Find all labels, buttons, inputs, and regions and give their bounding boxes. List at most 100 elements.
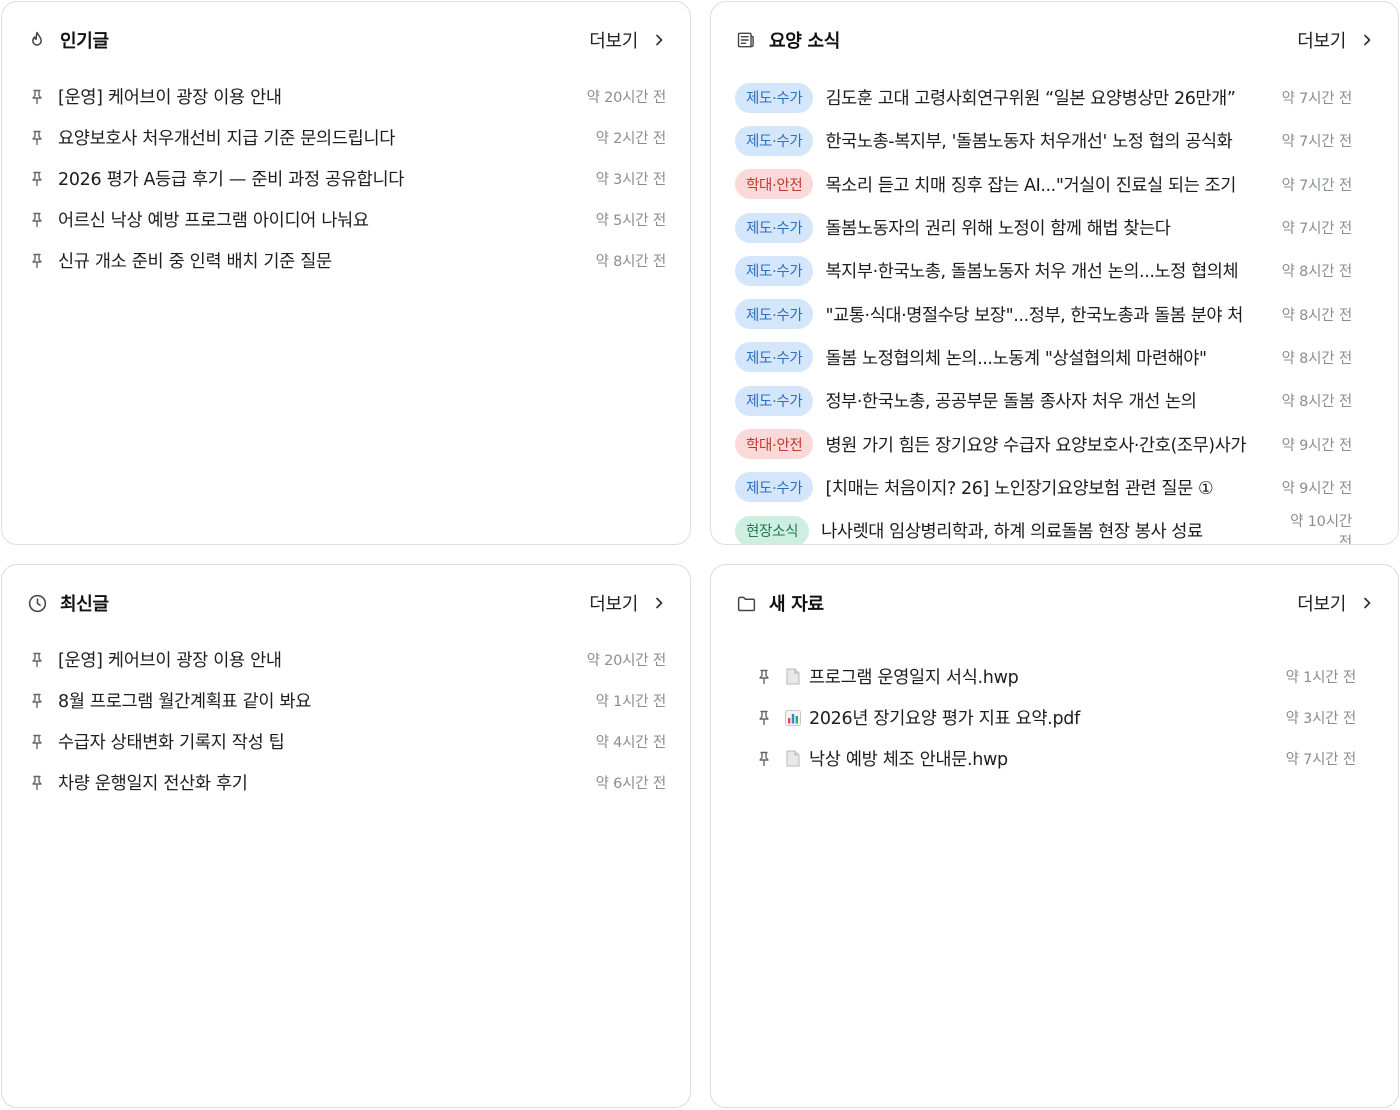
post-time: 약 3시간 전	[595, 172, 667, 188]
file-row[interactable]: 2026년 장기요양 평가 지표 요약.pdf 약 3시간 전	[753, 697, 1356, 738]
news-time: 약 7시간 전	[1281, 134, 1353, 151]
file-name: 2026년 장기요양 평가 지표 요약.pdf	[809, 709, 1080, 729]
post-time: 약 20시간 전	[586, 653, 667, 669]
card-header: 요양 소식 더보기	[735, 22, 1374, 58]
news-row[interactable]: 제도·수가 돌봄노동자의 권리 위해 노정이 함께 해법 찾는다 약 7시간 전	[735, 206, 1352, 249]
post-row[interactable]: 신규 개소 준비 중 인력 배치 기준 질문 약 8시간 전	[26, 240, 666, 281]
category-badge[interactable]: 제도·수가	[735, 385, 814, 416]
category-badge[interactable]: 제도·수가	[735, 299, 814, 330]
post-title: [운영] 케어브이 광장 이용 안내	[58, 88, 282, 108]
post-title: 차량 운행일지 전산화 후기	[58, 774, 248, 794]
news-time: 약 8시간 전	[1281, 264, 1353, 281]
file-list: 프로그램 운영일지 서식.hwp 약 1시간 전 2026년 장기요양 평가 지표 …	[753, 656, 1356, 779]
post-row[interactable]: 차량 운행일지 전산화 후기 약 6시간 전	[26, 762, 666, 803]
category-badge[interactable]: 제도·수가	[735, 255, 814, 286]
more-button[interactable]: 더보기	[589, 590, 666, 616]
news-row[interactable]: 제도·수가 정부·한국노총, 공공부문 돌봄 종사자 처우 개선 논의 약 8시간 …	[735, 379, 1352, 422]
document-icon	[785, 750, 801, 768]
news-row[interactable]: 학대·안전 병원 가기 힘든 장기요양 수급자 요양보호사·간호(조무)사가 약 9…	[735, 422, 1352, 465]
pin-icon	[755, 709, 773, 727]
news-row[interactable]: 제도·수가 "교통·식대·명절수당 보장"...정부, 한국노총과 돌봄 분야 처…	[735, 292, 1352, 335]
card-title-text: 최신글	[60, 594, 109, 615]
news-time: 약 7시간 전	[1281, 177, 1353, 194]
card-title-text: 새 자료	[769, 594, 824, 615]
chevron-right-icon	[1360, 33, 1374, 47]
news-title: 나사렛대 임상병리학과, 하계 의료돌봄 현장 봉사 성료	[821, 522, 1203, 543]
clock-icon	[26, 592, 48, 614]
care-news-card: 요양 소식 더보기 제도·수가 김도훈 고대 고령사회연구위원 “일본 요양병상만…	[710, 1, 1399, 545]
pin-icon	[28, 774, 46, 792]
news-row[interactable]: 학대·안전 목소리 듣고 치매 징후 잡는 AI..."거실이 진료실 되는 조기…	[735, 163, 1352, 206]
post-row[interactable]: 2026 평가 A등급 후기 — 준비 과정 공유합니다 약 3시간 전	[26, 158, 666, 199]
post-time: 약 5시간 전	[595, 213, 667, 229]
more-label: 더보기	[589, 594, 638, 615]
news-list: 제도·수가 김도훈 고대 고령사회연구위원 “일본 요양병상만 26만개” 약 7시…	[735, 76, 1352, 544]
folder-icon	[735, 592, 757, 614]
post-title: [운영] 케어브이 광장 이용 안내	[58, 651, 282, 671]
post-row[interactable]: 어르신 낙상 예방 프로그램 아이디어 나눠요 약 5시간 전	[26, 199, 666, 240]
news-time: 약 8시간 전	[1281, 307, 1353, 324]
more-button[interactable]: 더보기	[589, 27, 666, 53]
bar-chart-icon	[785, 709, 801, 727]
news-time: 약 8시간 전	[1281, 350, 1353, 367]
news-time: 약 7시간 전	[1281, 221, 1353, 238]
more-button[interactable]: 더보기	[1297, 590, 1374, 616]
post-time: 약 8시간 전	[595, 254, 667, 270]
document-icon	[785, 668, 801, 686]
category-badge[interactable]: 학대·안전	[735, 429, 814, 460]
card-header: 인기글 더보기	[26, 22, 666, 58]
category-badge[interactable]: 학대·안전	[735, 169, 814, 200]
flame-icon	[26, 29, 48, 51]
chevron-right-icon	[652, 596, 666, 610]
more-button[interactable]: 더보기	[1297, 27, 1374, 53]
news-time: 약 9시간 전	[1281, 437, 1353, 454]
file-row[interactable]: 낙상 예방 체조 안내문.hwp 약 7시간 전	[753, 738, 1356, 779]
post-title: 2026 평가 A등급 후기 — 준비 과정 공유합니다	[58, 170, 405, 190]
post-time: 약 6시간 전	[595, 776, 667, 792]
pin-icon	[28, 692, 46, 710]
news-time: 약 9시간 전	[1281, 480, 1353, 497]
category-badge[interactable]: 제도·수가	[735, 125, 814, 156]
card-title-text: 인기글	[60, 31, 109, 52]
card-title: 인기글	[26, 27, 109, 53]
card-title: 최신글	[26, 590, 109, 616]
news-row[interactable]: 제도·수가 김도훈 고대 고령사회연구위원 “일본 요양병상만 26만개” 약 7시…	[735, 76, 1352, 119]
category-badge[interactable]: 제도·수가	[735, 472, 814, 503]
file-row[interactable]: 프로그램 운영일지 서식.hwp 약 1시간 전	[753, 656, 1356, 697]
category-badge[interactable]: 현장소식	[735, 515, 810, 544]
post-title: 신규 개소 준비 중 인력 배치 기준 질문	[58, 252, 332, 272]
post-title: 8월 프로그램 월간계획표 같이 봐요	[58, 692, 312, 712]
post-list: [운영] 케어브이 광장 이용 안내 약 20시간 전 8월 프로그램 월간계획표 …	[26, 639, 666, 803]
news-title: 한국노총-복지부, '돌봄노동자 처우개선' 노정 협의 공식화	[825, 132, 1233, 153]
pin-icon	[28, 733, 46, 751]
post-row[interactable]: [운영] 케어브이 광장 이용 안내 약 20시간 전	[26, 76, 666, 117]
category-badge[interactable]: 제도·수가	[735, 342, 814, 373]
file-time: 약 3시간 전	[1285, 711, 1357, 727]
file-name: 낙상 예방 체조 안내문.hwp	[809, 750, 1008, 770]
post-time: 약 1시간 전	[595, 694, 667, 710]
category-badge[interactable]: 제도·수가	[735, 212, 814, 243]
card-title: 요양 소식	[735, 27, 840, 53]
post-title: 요양보호사 처우개선비 지급 기준 문의드립니다	[58, 129, 396, 149]
post-row[interactable]: [운영] 케어브이 광장 이용 안내 약 20시간 전	[26, 639, 666, 680]
category-badge[interactable]: 제도·수가	[735, 82, 814, 113]
chevron-right-icon	[1360, 596, 1374, 610]
news-time: 약 7시간 전	[1281, 91, 1353, 108]
news-row[interactable]: 제도·수가 [치매는 처음이지? 26] 노인장기요양보험 관련 질문 ① 약 9시…	[735, 466, 1352, 509]
news-row[interactable]: 현장소식 나사렛대 임상병리학과, 하계 의료돌봄 현장 봉사 성료 약 10시간 …	[735, 509, 1352, 544]
post-row[interactable]: 수급자 상태변화 기록지 작성 팁 약 4시간 전	[26, 721, 666, 762]
news-title: 복지부·한국노총, 돌봄노동자 처우 개선 논의...노정 협의체	[825, 262, 1239, 283]
news-row[interactable]: 제도·수가 복지부·한국노총, 돌봄노동자 처우 개선 논의...노정 협의체 약 …	[735, 249, 1352, 292]
news-row[interactable]: 제도·수가 한국노총-복지부, '돌봄노동자 처우개선' 노정 협의 공식화 약 7…	[735, 119, 1352, 162]
more-label: 더보기	[589, 31, 638, 52]
pin-icon	[755, 668, 773, 686]
post-row[interactable]: 8월 프로그램 월간계획표 같이 봐요 약 1시간 전	[26, 680, 666, 721]
file-time: 약 7시간 전	[1285, 752, 1357, 768]
card-header: 새 자료 더보기	[735, 585, 1374, 621]
pin-icon	[28, 252, 46, 270]
post-title: 어르신 낙상 예방 프로그램 아이디어 나눠요	[58, 211, 369, 231]
post-row[interactable]: 요양보호사 처우개선비 지급 기준 문의드립니다 약 2시간 전	[26, 117, 666, 158]
card-title-text: 요양 소식	[769, 31, 841, 52]
news-row[interactable]: 제도·수가 돌봄 노정협의체 논의...노동계 "상설협의체 마련해야" 약 8시간…	[735, 336, 1352, 379]
news-title: 병원 가기 힘든 장기요양 수급자 요양보호사·간호(조무)사가	[825, 435, 1247, 456]
